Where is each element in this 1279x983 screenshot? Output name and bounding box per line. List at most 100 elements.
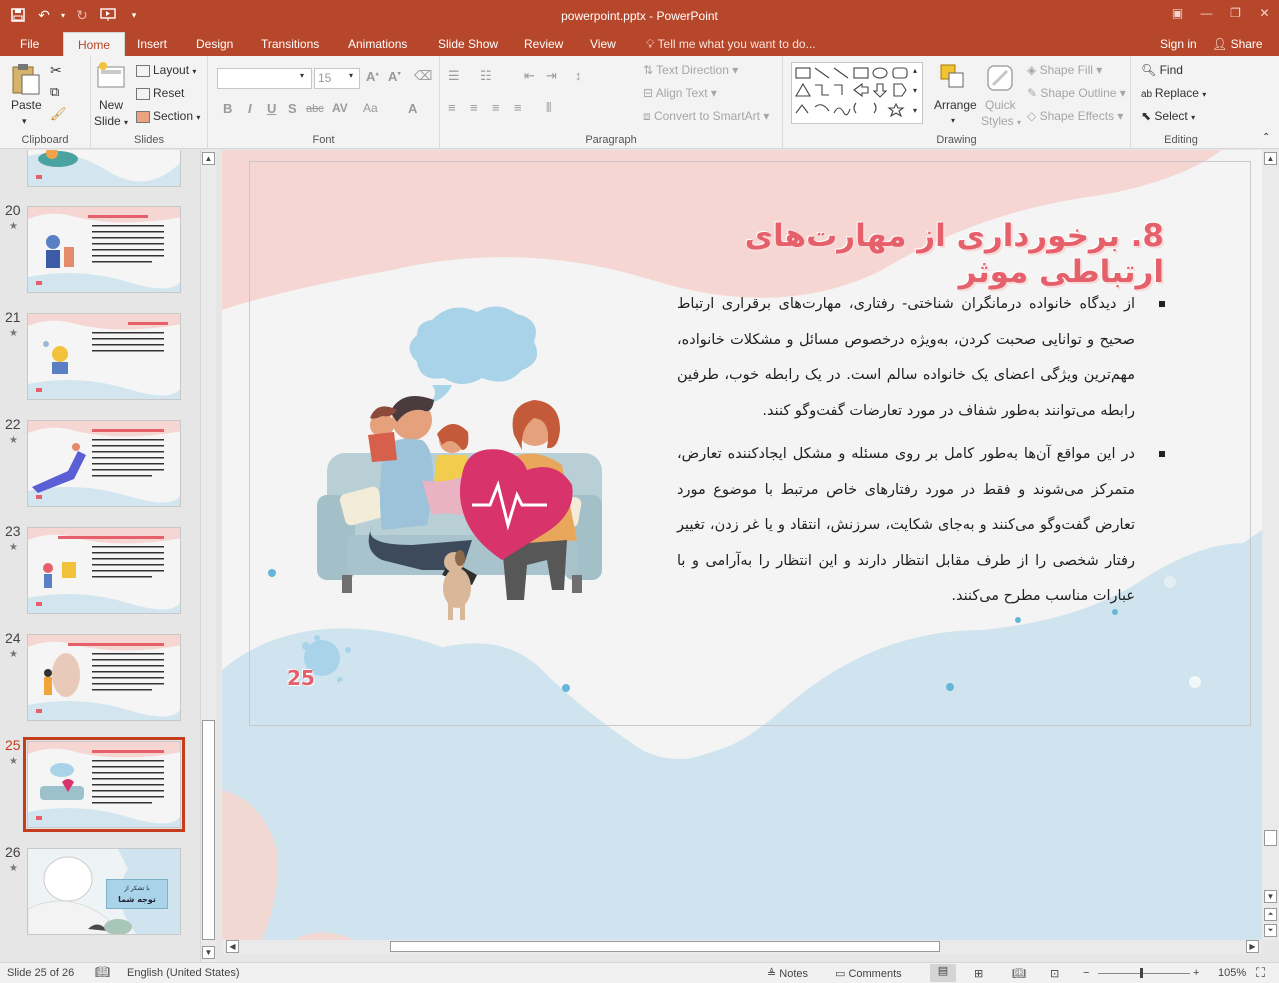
shape-outline-button[interactable]: ✎ Shape Outline ▾ xyxy=(1027,86,1126,100)
tab-animations[interactable]: Animations xyxy=(348,32,407,56)
underline-button[interactable]: U xyxy=(267,101,276,116)
tab-view[interactable]: View xyxy=(590,32,616,56)
columns-icon[interactable]: ⫴ xyxy=(546,100,551,116)
close-icon[interactable]: ✕ xyxy=(1250,0,1279,26)
arrange-dropdown-icon[interactable]: ▾ xyxy=(951,116,955,125)
convert-smartart-button[interactable]: ⧈ Convert to SmartArt ▾ xyxy=(643,109,769,124)
shape-effects-button[interactable]: ◇ Shape Effects ▾ xyxy=(1027,109,1123,123)
shapes-scroll-up-icon[interactable]: ▴ xyxy=(913,66,917,75)
slide-editing-area[interactable]: 8. برخورداری از مهارت‌های ارتباطی موثر ا… xyxy=(222,150,1262,940)
zoom-slider-thumb[interactable] xyxy=(1140,968,1143,978)
paste-dropdown-icon[interactable]: ▾ xyxy=(22,116,27,127)
scroll-up-icon[interactable]: ▲ xyxy=(1264,152,1277,165)
font-name-box[interactable] xyxy=(217,68,312,89)
slide-thumbnail-22[interactable] xyxy=(27,420,181,507)
select-button[interactable]: ⬉ Select ▾ xyxy=(1141,109,1195,123)
scroll-right-icon[interactable]: ▶ xyxy=(1246,940,1259,953)
justify-icon[interactable]: ≡ xyxy=(514,100,522,115)
paste-icon[interactable] xyxy=(10,62,42,95)
ribbon-display-icon[interactable]: ▣ xyxy=(1163,0,1192,26)
scroll-up-icon[interactable]: ▲ xyxy=(202,152,215,165)
tab-slide-show[interactable]: Slide Show xyxy=(438,32,498,56)
share-button[interactable]: 👤︎ Share xyxy=(1212,32,1263,56)
quick-styles-icon[interactable] xyxy=(985,63,1017,95)
tell-me-box[interactable]: 💡︎ Tell me what you want to do... xyxy=(646,32,816,56)
reading-view-icon[interactable]: 📖︎ xyxy=(1012,967,1026,980)
italic-button[interactable]: I xyxy=(248,101,252,116)
numbering-icon[interactable]: ☷ xyxy=(480,68,492,84)
scroll-down-icon[interactable]: ▼ xyxy=(1264,890,1277,903)
font-name-dropdown-icon[interactable]: ▾ xyxy=(300,71,304,80)
shapes-more-icon[interactable]: ▾ xyxy=(913,106,917,115)
increase-indent-icon[interactable]: ⇥ xyxy=(546,68,557,84)
clear-formatting-icon[interactable]: ⌫ xyxy=(414,68,432,84)
previous-slide-icon[interactable]: ⏶ xyxy=(1264,908,1277,921)
reset-button[interactable]: Reset xyxy=(136,86,184,100)
section-button[interactable]: Section ▾ xyxy=(136,109,200,123)
scroll-left-icon[interactable]: ◀ xyxy=(226,940,239,953)
new-slide-icon[interactable] xyxy=(96,61,128,93)
scroll-down-icon[interactable]: ▼ xyxy=(202,946,215,959)
shapes-gallery[interactable] xyxy=(791,62,923,124)
tab-home[interactable]: Home xyxy=(63,32,126,56)
slide-body-text[interactable]: از دیدگاه خانواده درمانگران شناختی- رفتا… xyxy=(677,287,1167,615)
font-color-button[interactable]: A xyxy=(408,101,417,116)
slide-thumbnail-21[interactable] xyxy=(27,313,181,400)
quick-styles-button[interactable]: Quick xyxy=(985,98,1016,112)
copy-icon[interactable]: ⧉ xyxy=(50,84,59,100)
align-left-icon[interactable]: ≡ xyxy=(448,100,456,115)
font-size-box[interactable]: 15 xyxy=(314,68,360,89)
decrease-font-icon[interactable]: A▾ xyxy=(388,69,401,84)
slide-thumbnail-20[interactable] xyxy=(27,206,181,293)
decrease-indent-icon[interactable]: ⇤ xyxy=(524,68,535,84)
align-center-icon[interactable]: ≡ xyxy=(470,100,478,115)
slide-thumbnail-25[interactable] xyxy=(23,737,185,832)
scroll-thumb[interactable] xyxy=(1264,830,1277,846)
tab-review[interactable]: Review xyxy=(524,32,563,56)
arrange-icon[interactable] xyxy=(939,63,971,95)
replace-button[interactable]: ab Replace ▾ xyxy=(1141,86,1206,100)
language-indicator[interactable]: English (United States) xyxy=(127,967,240,979)
shadow-s-button[interactable]: S xyxy=(288,101,297,116)
arrange-button[interactable]: Arrange xyxy=(934,98,977,112)
zoom-in-icon[interactable]: + xyxy=(1193,967,1199,979)
restore-icon[interactable]: ❐ xyxy=(1221,0,1250,26)
zoom-out-icon[interactable]: − xyxy=(1083,967,1089,979)
fit-to-window-icon[interactable]: ⛶ xyxy=(1256,965,1265,981)
slide-title[interactable]: 8. برخورداری از مهارت‌های ارتباطی موثر xyxy=(622,218,1164,290)
scroll-thumb[interactable] xyxy=(390,941,940,952)
new-slide-button[interactable]: New xyxy=(99,98,123,112)
text-direction-button[interactable]: ⇅ Text Direction ▾ xyxy=(643,63,738,77)
editor-horizontal-scrollbar[interactable]: ◀ ▶ xyxy=(222,940,1262,954)
font-size-dropdown-icon[interactable]: ▾ xyxy=(349,71,353,80)
minimize-icon[interactable]: — xyxy=(1192,0,1221,26)
slide-thumbnail-19[interactable] xyxy=(27,150,181,187)
collapse-ribbon-icon[interactable]: ⌃ xyxy=(1262,132,1270,143)
cut-icon[interactable]: ✂ xyxy=(50,62,62,79)
shape-fill-button[interactable]: ◈ Shape Fill ▾ xyxy=(1027,63,1102,77)
slide-sorter-icon[interactable]: ⊞ xyxy=(974,967,983,980)
normal-view-icon[interactable]: ▤ xyxy=(930,964,956,982)
tab-file[interactable]: File xyxy=(20,32,39,56)
notes-button[interactable]: ≜ Notes xyxy=(767,967,808,980)
shapes-scroll-down-icon[interactable]: ▾ xyxy=(913,86,917,95)
editor-vertical-scrollbar[interactable]: ▲ ▼ ⏶ ⏷ xyxy=(1262,150,1279,940)
change-case-button[interactable]: Aa xyxy=(363,101,378,115)
scroll-thumb[interactable] xyxy=(202,720,215,940)
slide-thumbnail-23[interactable] xyxy=(27,527,181,614)
new-slide-button-line2[interactable]: Slide ▾ xyxy=(94,114,128,128)
increase-font-icon[interactable]: A▴ xyxy=(366,69,379,84)
sign-in-link[interactable]: Sign in xyxy=(1160,32,1197,56)
bullets-icon[interactable]: ☰ xyxy=(448,68,460,84)
tab-insert[interactable]: Insert xyxy=(137,32,167,56)
slide-thumbnail-26[interactable]: با تشکر از توجه شما xyxy=(27,848,181,935)
quick-styles-button-line2[interactable]: Styles ▾ xyxy=(981,114,1021,128)
thumbnail-scrollbar[interactable]: ▲ ▼ xyxy=(200,150,216,962)
comments-button[interactable]: ▭ Comments xyxy=(835,967,902,980)
spell-check-icon[interactable]: 📖︎ xyxy=(95,965,110,979)
format-painter-icon[interactable]: 🖌︎ xyxy=(50,106,67,122)
align-text-button[interactable]: ⊟ Align Text ▾ xyxy=(643,86,717,100)
slide-thumbnail-24[interactable] xyxy=(27,634,181,721)
line-spacing-icon[interactable]: ↕ xyxy=(575,68,582,83)
tab-transitions[interactable]: Transitions xyxy=(261,32,319,56)
